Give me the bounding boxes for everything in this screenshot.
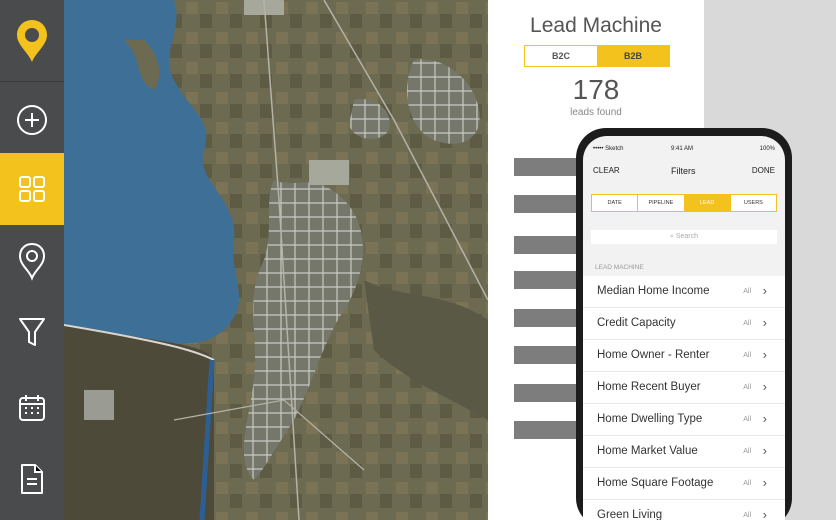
filters-navbar: CLEAR Filters DONE [583,162,785,182]
filter-row-label: Home Owner - Renter [597,349,710,361]
filter-row-home-square-footage[interactable]: Home Square Footage All › [583,468,785,500]
tab-pipeline[interactable]: PIPELINE [638,195,685,211]
filter-row-value: All [743,320,751,327]
filter-row-value: All [743,448,751,455]
chevron-right-icon: › [762,443,767,458]
calendar-icon [19,395,45,421]
filter-row-home-dwelling-type[interactable]: Home Dwelling Type All › [583,404,785,436]
grid-icon [19,176,45,202]
status-time: 9:41 AM [671,146,694,152]
phone-mockup: ••••• Sketch 9:41 AM 100% CLEAR Filters … [576,128,792,520]
sidebar-item-map[interactable] [0,225,64,297]
tab-date[interactable]: DATE [592,195,639,211]
phone-screen: ••••• Sketch 9:41 AM 100% CLEAR Filters … [583,136,785,520]
sidebar-item-add[interactable] [0,84,64,156]
filter-row-median-home-income[interactable]: Median Home Income All › [583,276,785,308]
filter-list: Median Home Income All › Credit Capacity… [583,276,785,520]
filter-row-label: Credit Capacity [597,317,676,329]
search-icon: ⌕ [669,233,674,240]
satellite-map[interactable] [64,0,488,520]
map-pin-icon [18,242,46,281]
status-carrier: ••••• Sketch [593,146,624,152]
sidebar-item-dashboard[interactable] [0,153,64,225]
result-bar [514,236,584,254]
filter-row-label: Home Dwelling Type [597,413,703,425]
chevron-right-icon: › [762,475,767,490]
leads-count: 178 [572,74,620,105]
sidebar-item-documents[interactable] [0,443,64,515]
filter-row-green-living[interactable]: Green Living All › [583,500,785,520]
segment-toggle: B2C B2B [524,45,670,67]
document-icon [21,464,43,494]
sidebar-item-calendar[interactable] [0,372,64,444]
filter-row-value: All [743,384,751,391]
pin-logo-icon [17,19,47,62]
result-bar [514,271,584,289]
status-battery: 100% [759,146,775,152]
chevron-right-icon: › [762,315,767,330]
clear-button[interactable]: CLEAR [593,166,620,175]
tab-users[interactable]: USERS [731,195,776,211]
status-bar: ••••• Sketch 9:41 AM 100% [583,146,785,158]
tab-lead[interactable]: LEAD [684,195,731,211]
filter-tabs: DATE PIPELINE LEAD USERS [591,194,777,212]
filter-row-label: Home Recent Buyer [597,381,701,393]
section-header: LEAD MACHINE [595,264,644,271]
toggle-b2b[interactable]: B2B [597,46,669,66]
search-placeholder: Search [675,233,699,240]
filter-row-value: All [743,480,751,487]
leads-count-label: leads found [570,107,622,118]
filter-row-home-owner-renter[interactable]: Home Owner - Renter All › [583,340,785,372]
result-bar [514,384,584,402]
app-logo[interactable] [0,0,64,82]
filter-row-label: Home Square Footage [597,477,714,489]
chevron-right-icon: › [762,347,767,362]
filter-row-home-market-value[interactable]: Home Market Value All › [583,436,785,468]
chevron-right-icon: › [762,379,767,394]
chevron-right-icon: › [762,507,767,520]
filter-row-value: All [743,352,751,359]
filter-row-label: Median Home Income [597,285,710,297]
filter-row-credit-capacity[interactable]: Credit Capacity All › [583,308,785,340]
result-bar [514,346,584,364]
chevron-right-icon: › [762,283,767,298]
result-bar [514,158,584,176]
chevron-right-icon: › [762,411,767,426]
result-bar [514,195,584,213]
sidebar [0,0,64,520]
result-bar [514,309,584,327]
satellite-map-image [64,0,488,520]
filter-row-value: All [743,288,751,295]
panel-title: Lead Machine [530,14,662,37]
filter-row-value: All [743,416,751,423]
filters-title: Filters [671,166,696,176]
filter-row-label: Green Living [597,509,663,520]
filter-row-label: Home Market Value [597,445,698,457]
sidebar-item-filter[interactable] [0,296,64,368]
plus-circle-icon [17,105,47,135]
filter-icon [19,318,45,346]
search-input[interactable]: ⌕ Search [591,230,777,244]
done-button[interactable]: DONE [752,166,775,175]
toggle-b2c[interactable]: B2C [525,46,597,66]
filter-row-home-recent-buyer[interactable]: Home Recent Buyer All › [583,372,785,404]
filter-row-value: All [743,512,751,519]
result-bar [514,421,584,439]
